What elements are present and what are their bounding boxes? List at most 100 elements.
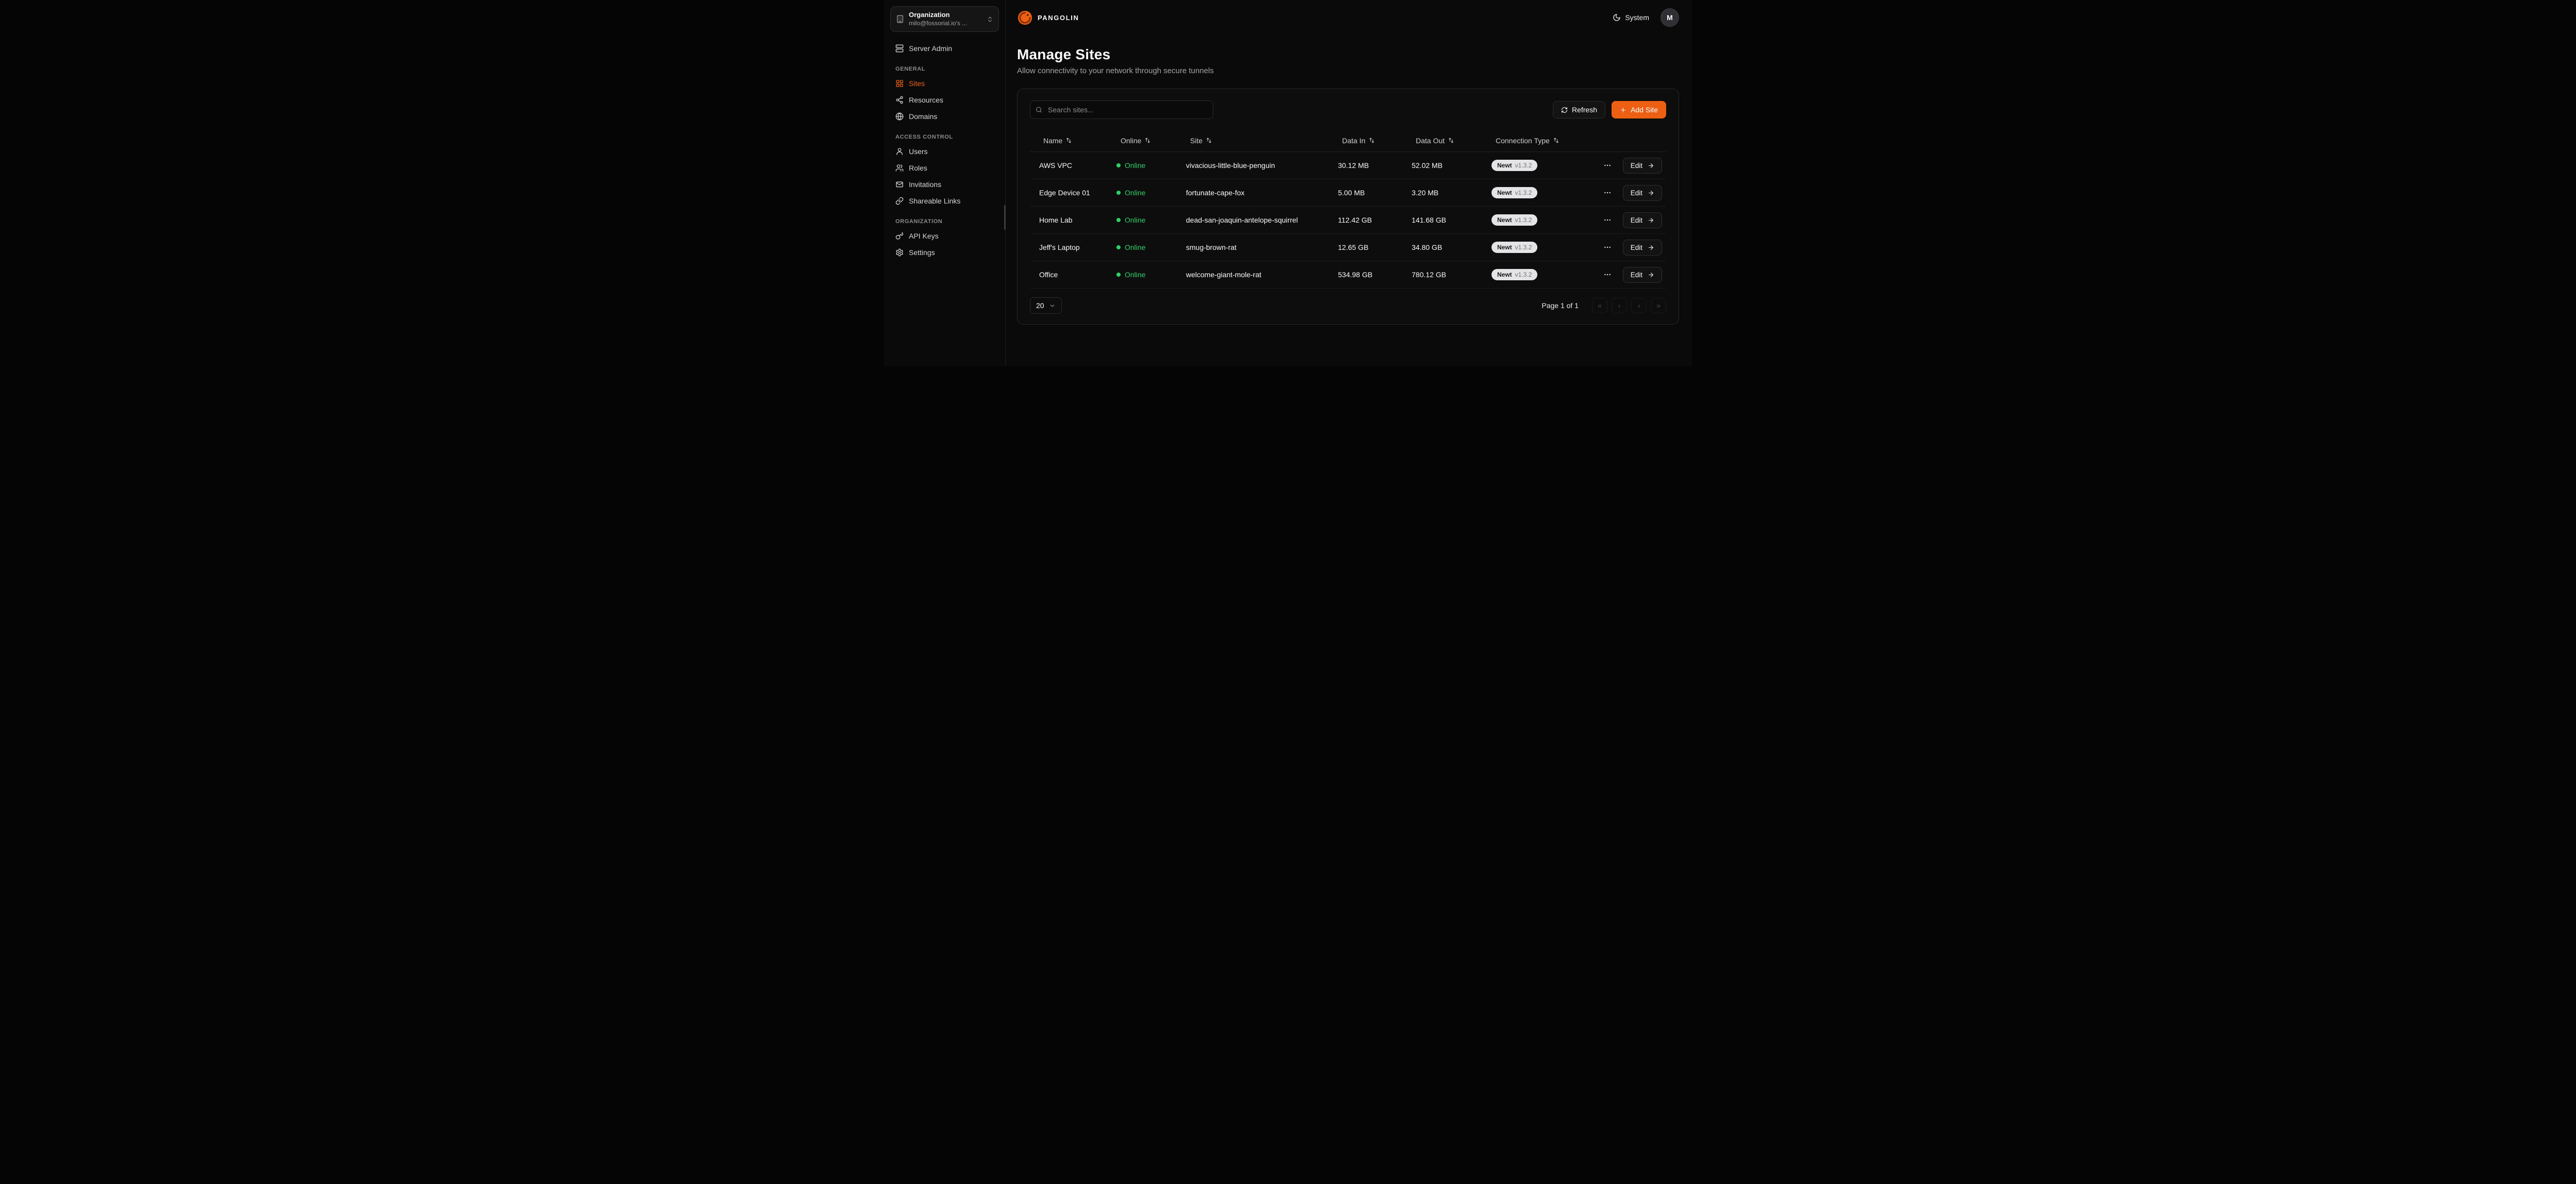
row-menu-button[interactable] bbox=[1601, 214, 1614, 226]
sidebar-item-label: Invitations bbox=[909, 180, 941, 189]
page-size-value: 20 bbox=[1036, 301, 1044, 310]
cell-site: smug-brown-rat bbox=[1177, 243, 1329, 251]
online-status-dot bbox=[1116, 245, 1121, 249]
search-wrap bbox=[1030, 100, 1213, 119]
cell-actions: Edit bbox=[1610, 185, 1666, 201]
sidebar-item-resources[interactable]: Resources bbox=[890, 92, 999, 108]
cell-online: Online bbox=[1107, 243, 1177, 251]
edit-label: Edit bbox=[1631, 244, 1642, 251]
org-texts: Organization milo@fossorial.io's ... bbox=[909, 11, 982, 27]
sidebar-item-invitations[interactable]: Invitations bbox=[890, 176, 999, 193]
online-status-label: Online bbox=[1125, 161, 1145, 170]
sidebar-item-roles[interactable]: Roles bbox=[890, 160, 999, 176]
last-page-button[interactable]: » bbox=[1651, 298, 1666, 313]
cell-data-out: 3.20 MB bbox=[1402, 189, 1482, 197]
online-status-label: Online bbox=[1125, 243, 1145, 251]
ellipsis-icon bbox=[1603, 243, 1612, 251]
edit-button[interactable]: Edit bbox=[1623, 158, 1662, 174]
connection-type-version: v1.3.2 bbox=[1515, 271, 1532, 278]
next-page-button[interactable]: › bbox=[1631, 298, 1647, 313]
edit-button[interactable]: Edit bbox=[1623, 185, 1662, 201]
resources-share-icon bbox=[895, 96, 904, 104]
avatar[interactable]: M bbox=[1660, 8, 1679, 27]
sidebar-item-label: Users bbox=[909, 147, 928, 156]
search-input[interactable] bbox=[1030, 100, 1213, 119]
sidebar-scrollbar-thumb[interactable] bbox=[1004, 205, 1006, 230]
edit-label: Edit bbox=[1631, 189, 1642, 197]
sidebar-item-domains[interactable]: Domains bbox=[890, 108, 999, 125]
arrow-right-icon bbox=[1648, 162, 1654, 169]
table-row: Home Lab Online dead-san-joaquin-antelop… bbox=[1030, 207, 1666, 234]
column-header-data-out[interactable]: Data Out bbox=[1402, 137, 1482, 145]
main-content: PANGOLIN System M Manage Sites Allow con… bbox=[1006, 0, 1692, 366]
previous-page-button[interactable]: ‹ bbox=[1612, 298, 1627, 313]
connection-type-name: Newt bbox=[1497, 216, 1512, 224]
edit-button[interactable]: Edit bbox=[1623, 267, 1662, 283]
refresh-button[interactable]: Refresh bbox=[1553, 101, 1605, 119]
row-menu-button[interactable] bbox=[1601, 187, 1614, 199]
cell-site: fortunate-cape-fox bbox=[1177, 189, 1329, 197]
sidebar-item-api-keys[interactable]: API Keys bbox=[890, 228, 999, 244]
column-header-connection-type[interactable]: Connection Type bbox=[1482, 137, 1610, 145]
row-menu-button[interactable] bbox=[1601, 159, 1614, 172]
server-icon bbox=[895, 44, 904, 53]
online-status-label: Online bbox=[1125, 270, 1145, 279]
cell-actions: Edit bbox=[1610, 240, 1666, 256]
page-size-select[interactable]: 20 bbox=[1030, 297, 1062, 314]
sites-table: Name Online Site Data In bbox=[1030, 129, 1666, 289]
connection-type-name: Newt bbox=[1497, 189, 1512, 196]
cell-data-in: 30.12 MB bbox=[1329, 161, 1402, 170]
sidebar-item-users[interactable]: Users bbox=[890, 143, 999, 160]
column-header-online[interactable]: Online bbox=[1107, 137, 1177, 145]
top-bar: PANGOLIN System M bbox=[1017, 0, 1679, 31]
edit-label: Edit bbox=[1631, 162, 1642, 170]
cell-connection-type: Newt v1.3.2 bbox=[1482, 160, 1610, 171]
online-status-dot bbox=[1116, 218, 1121, 222]
brand-name: PANGOLIN bbox=[1038, 14, 1079, 22]
row-menu-button[interactable] bbox=[1601, 268, 1614, 281]
first-page-button[interactable]: « bbox=[1592, 298, 1607, 313]
connection-type-name: Newt bbox=[1497, 271, 1512, 278]
sidebar-item-sites[interactable]: Sites bbox=[890, 75, 999, 92]
column-header-site[interactable]: Site bbox=[1177, 137, 1329, 145]
sidebar-item-settings[interactable]: Settings bbox=[890, 244, 999, 261]
column-header-name[interactable]: Name bbox=[1030, 137, 1107, 145]
column-label: Connection Type bbox=[1496, 137, 1550, 145]
cell-actions: Edit bbox=[1610, 212, 1666, 228]
sidebar-item-label: Settings bbox=[909, 248, 935, 257]
sidebar: Organization milo@fossorial.io's ... Ser… bbox=[884, 0, 1006, 366]
cell-name: Office bbox=[1030, 270, 1107, 279]
table-row: AWS VPC Online vivacious-little-blue-pen… bbox=[1030, 152, 1666, 179]
cell-online: Online bbox=[1107, 216, 1177, 224]
search-icon bbox=[1036, 107, 1042, 113]
sort-icon bbox=[1448, 137, 1454, 144]
sites-grid-icon bbox=[895, 79, 904, 88]
row-menu-button[interactable] bbox=[1601, 241, 1614, 253]
column-header-data-in[interactable]: Data In bbox=[1329, 137, 1402, 145]
cell-site: vivacious-little-blue-penguin bbox=[1177, 161, 1329, 170]
edit-button[interactable]: Edit bbox=[1623, 212, 1662, 228]
theme-toggle-button[interactable]: System bbox=[1613, 13, 1649, 22]
online-status-label: Online bbox=[1125, 216, 1145, 224]
section-label-access-control: ACCESS CONTROL bbox=[895, 134, 994, 140]
section-label-organization: ORGANIZATION bbox=[895, 218, 994, 225]
column-label: Site bbox=[1190, 137, 1202, 145]
cell-data-in: 5.00 MB bbox=[1329, 189, 1402, 197]
table-row: Edge Device 01 Online fortunate-cape-fox… bbox=[1030, 179, 1666, 207]
online-status-dot bbox=[1116, 163, 1121, 167]
users-icon bbox=[895, 147, 904, 156]
sidebar-item-shareable-links[interactable]: Shareable Links bbox=[890, 193, 999, 209]
ellipsis-icon bbox=[1603, 216, 1612, 224]
arrow-right-icon bbox=[1648, 217, 1654, 224]
cell-data-in: 534.98 GB bbox=[1329, 270, 1402, 279]
sidebar-item-server-admin[interactable]: Server Admin bbox=[890, 40, 999, 57]
connection-type-name: Newt bbox=[1497, 162, 1512, 169]
edit-button[interactable]: Edit bbox=[1623, 240, 1662, 256]
sidebar-item-label: Roles bbox=[909, 164, 927, 172]
org-subtitle: milo@fossorial.io's ... bbox=[909, 20, 982, 28]
online-status-dot bbox=[1116, 273, 1121, 277]
add-site-button[interactable]: Add Site bbox=[1612, 101, 1666, 119]
connection-type-badge: Newt v1.3.2 bbox=[1492, 160, 1537, 171]
org-selector[interactable]: Organization milo@fossorial.io's ... bbox=[890, 6, 999, 32]
refresh-icon bbox=[1561, 107, 1568, 113]
